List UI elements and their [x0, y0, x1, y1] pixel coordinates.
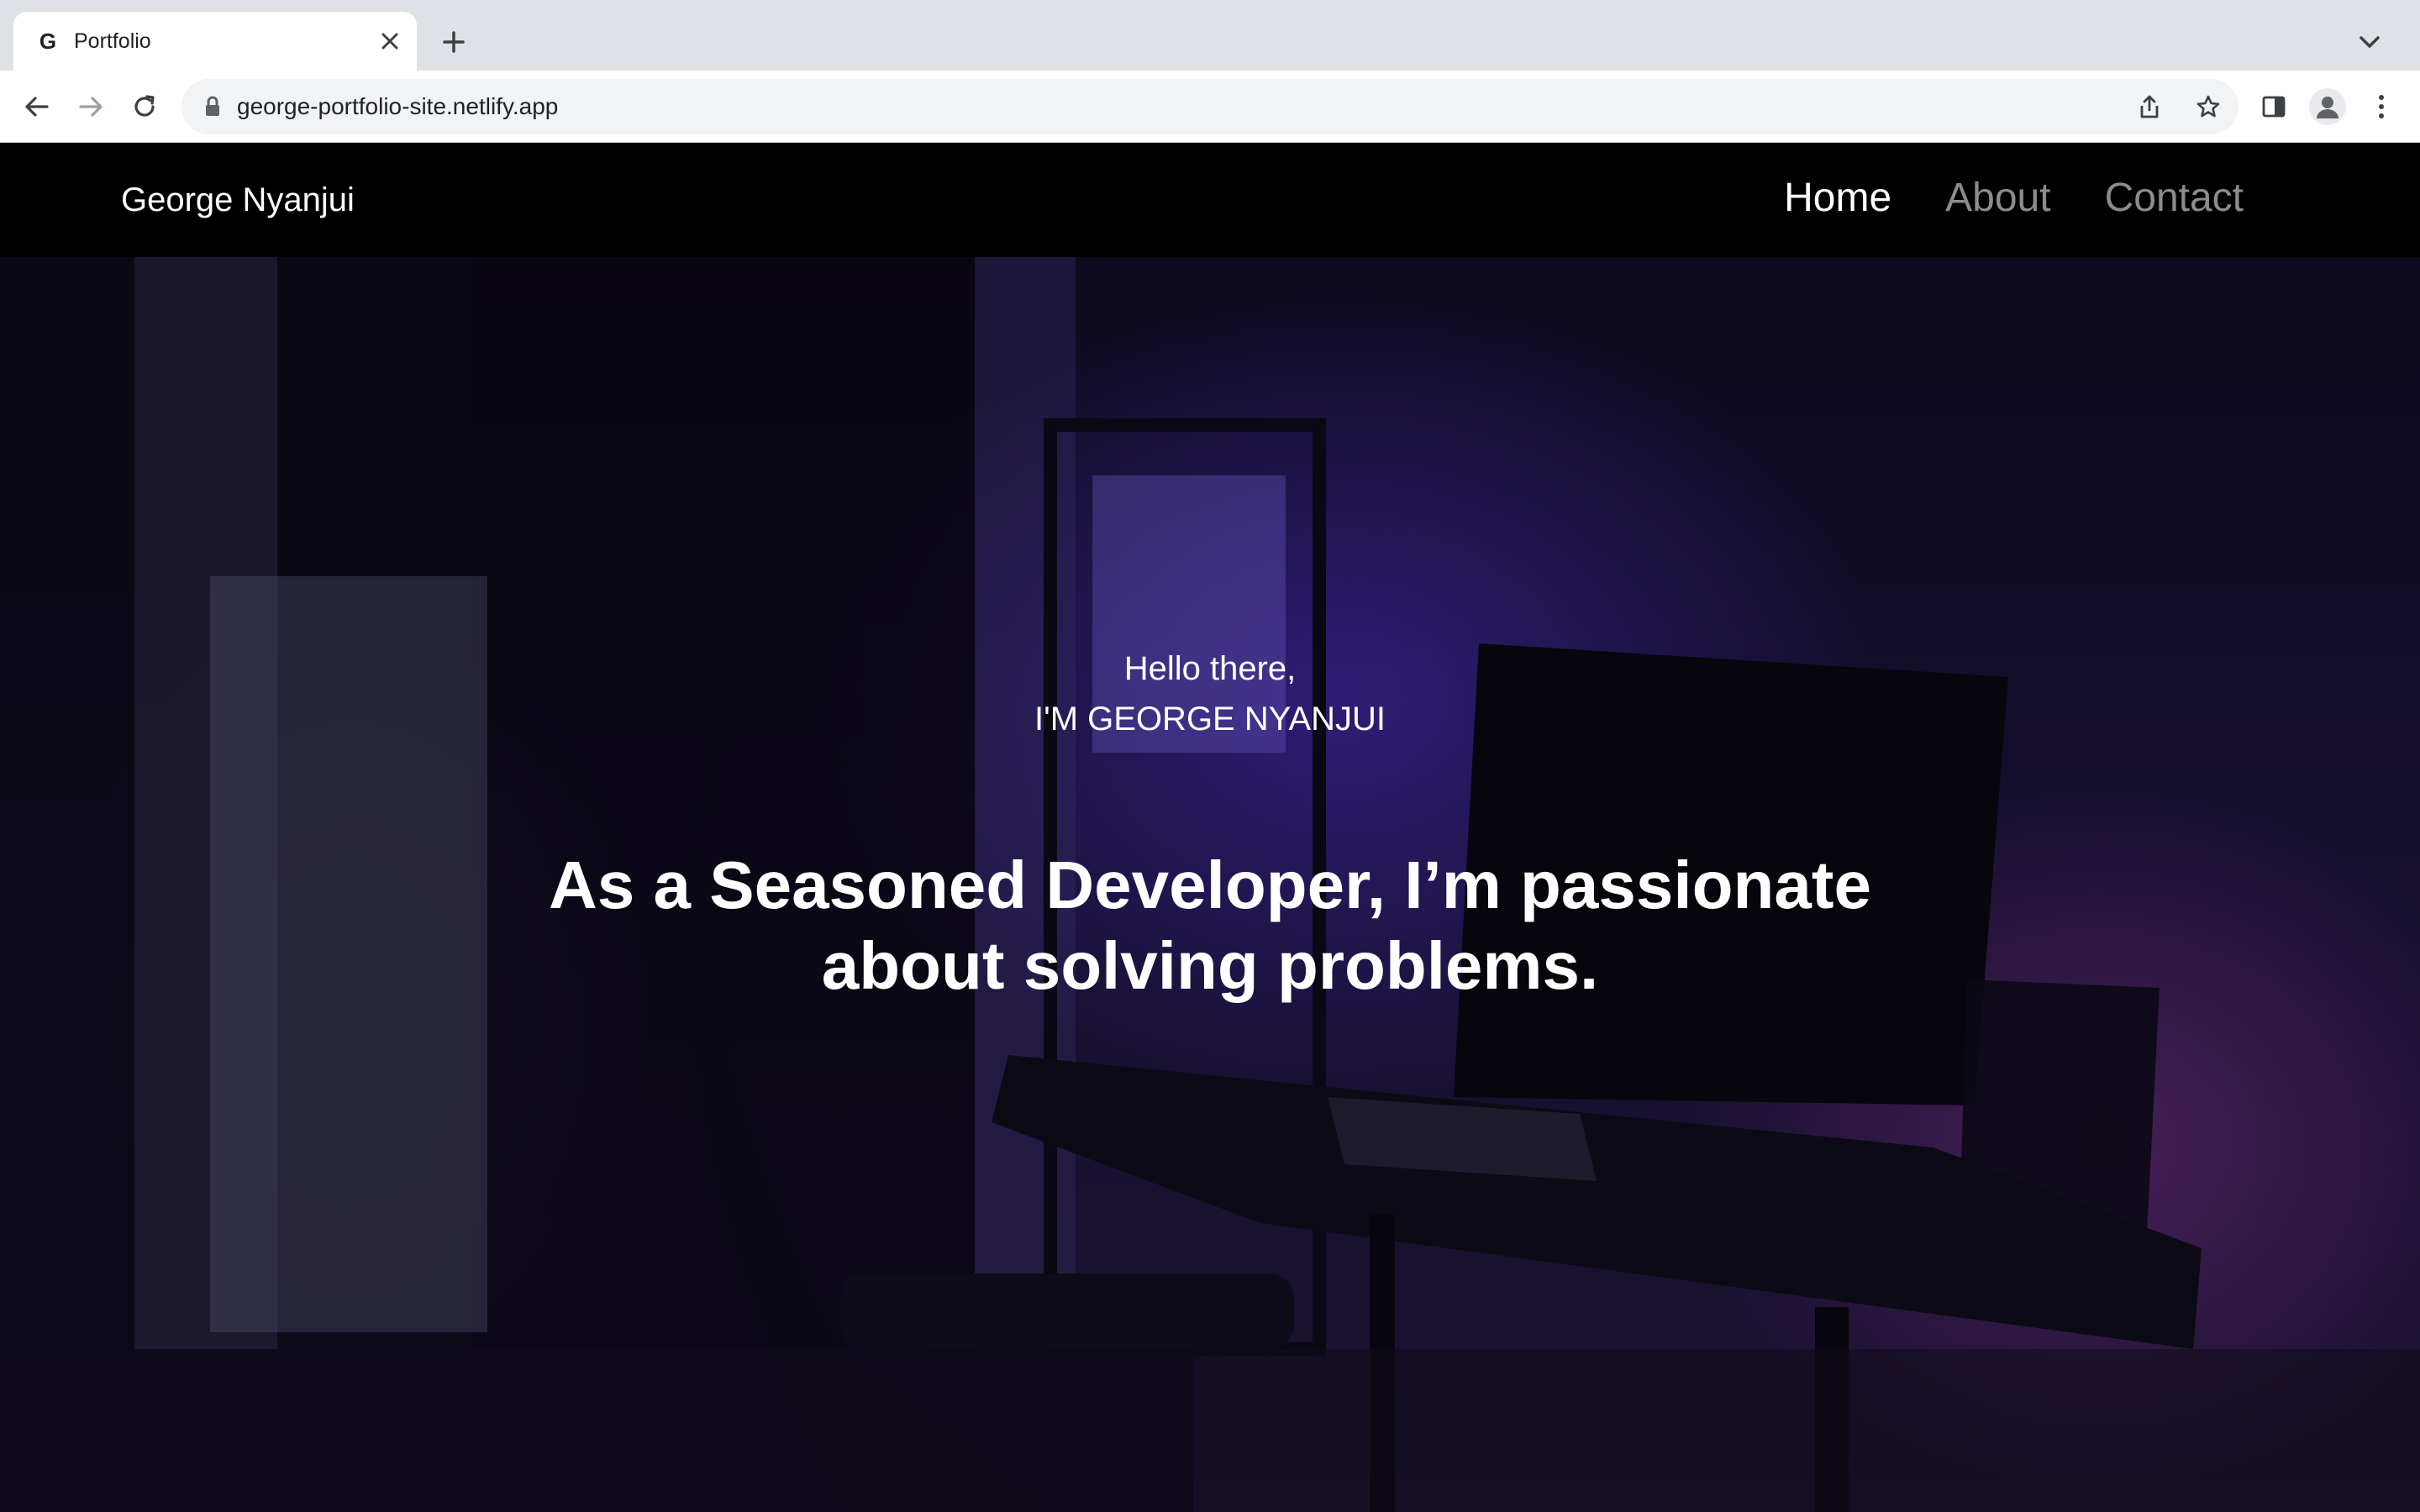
bookmark-star-icon[interactable] — [2188, 87, 2228, 127]
browser-toolbar: george-portfolio-site.netlify.app — [0, 71, 2420, 143]
close-tab-icon[interactable] — [373, 24, 407, 58]
site-navbar: George Nyanjui Home About Contact — [0, 143, 2420, 257]
greeting-line-2: I'M GEORGE NYANJUI — [1034, 701, 1386, 738]
address-bar[interactable]: george-portfolio-site.netlify.app — [182, 79, 2238, 134]
site-brand-link[interactable]: George Nyanjui — [121, 181, 355, 219]
browser-menu-icon[interactable] — [2361, 87, 2402, 127]
web-page: George Nyanjui Home About Contact Hello … — [0, 143, 2420, 1512]
hero-content: Hello there, I'M GEORGE NYANJUI As a Sea… — [0, 257, 2420, 1512]
new-tab-icon[interactable] — [434, 22, 474, 62]
browser-tab-strip: G Portfolio — [0, 0, 2420, 71]
profile-avatar-icon[interactable] — [2307, 87, 2348, 127]
greeting-line-1: Hello there, — [1123, 650, 1297, 687]
tab-title: Portfolio — [74, 29, 151, 53]
browser-tab[interactable]: G Portfolio — [13, 12, 417, 71]
lock-icon[interactable] — [202, 94, 224, 119]
back-arrow-icon[interactable] — [17, 87, 57, 127]
nav-links: Home About Contact — [1784, 175, 2244, 221]
nav-link-contact[interactable]: Contact — [2105, 175, 2244, 221]
tab-search-chevron-icon[interactable] — [2349, 22, 2390, 62]
side-panel-icon[interactable] — [2254, 87, 2294, 127]
nav-link-home[interactable]: Home — [1784, 175, 1891, 221]
url-text[interactable]: george-portfolio-site.netlify.app — [237, 93, 2129, 120]
hero-greeting: Hello there, I'M GEORGE NYANJUI — [0, 643, 2420, 744]
hero-section: Hello there, I'M GEORGE NYANJUI As a Sea… — [0, 257, 2420, 1512]
favicon-icon: G — [39, 28, 57, 54]
forward-arrow-icon[interactable] — [71, 87, 111, 127]
share-icon[interactable] — [2129, 87, 2170, 127]
nav-link-about[interactable]: About — [1945, 175, 2050, 221]
hero-headline: As a Seasoned Developer, I’m passionate … — [549, 848, 1871, 1003]
reload-icon[interactable] — [124, 87, 165, 127]
